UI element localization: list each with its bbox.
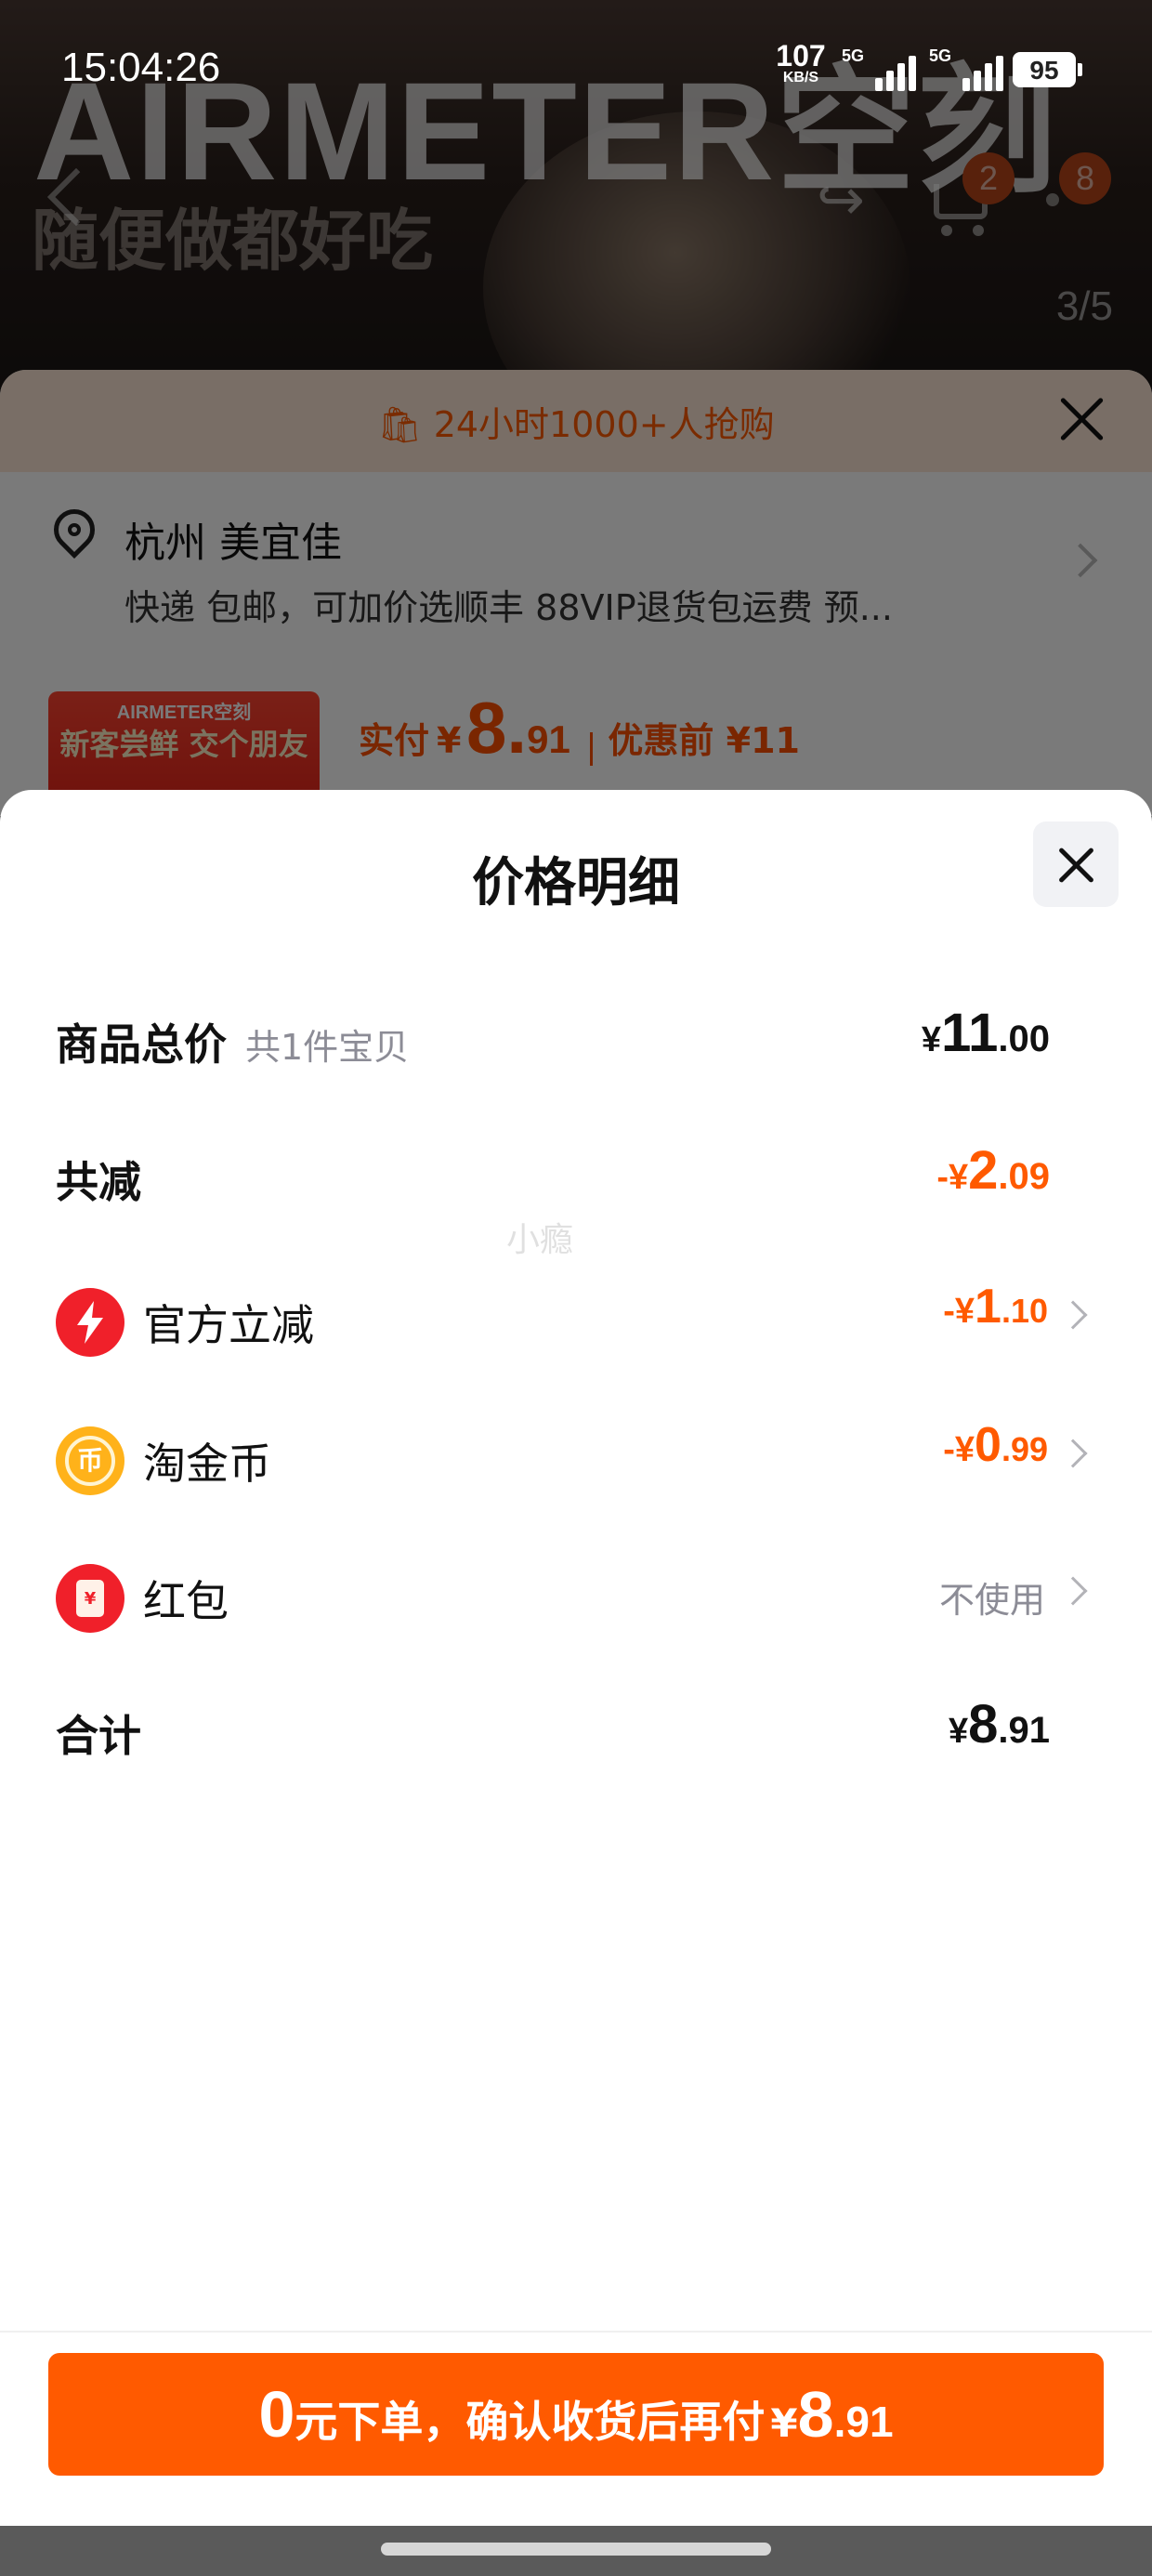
taojinbi-amount: -¥0.99 (943, 1418, 1048, 1472)
discount-total-amount: -¥2.09 (936, 1140, 1050, 1201)
status-bar: 15:04:26 107 KB/S 5G 5G 95 (0, 0, 1152, 130)
total-label: 合计 (56, 1711, 141, 1761)
share-icon[interactable]: ↪ (808, 167, 873, 232)
delivery-info: 快递 包邮，可加价选顺丰 88VIP退货包运费 预... (124, 587, 893, 628)
location-title: 杭州 美宜佳 (124, 519, 342, 567)
red-packet-status: 不使用 (938, 1580, 1045, 1621)
total-row: 合计 ¥8.91 (0, 1676, 1152, 1788)
message-count-badge: 8 (1059, 152, 1111, 204)
cart-count-badge: 2 (962, 152, 1015, 204)
subtotal-label: 商品总价 (56, 1019, 227, 1070)
red-packet-row[interactable]: ¥ 红包 不使用 (0, 1538, 1152, 1649)
system-nav-area (0, 2526, 1152, 2576)
status-time: 15:04:26 (61, 45, 221, 90)
product-nav-bar: ↪ 2 8 (0, 149, 1152, 251)
signal-icon: 5G (929, 46, 1013, 91)
signal-icon: 5G (842, 46, 925, 91)
network-speed: 107 KB/S (776, 39, 826, 85)
hot-sale-banner: 🛍 24小时1000+人抢购 (0, 370, 1152, 472)
place-order-button[interactable]: 0元下单，确认收货后再付 ¥8.91 (48, 2353, 1104, 2476)
hot-sale-text: 🛍 24小时1000+人抢购 (377, 404, 775, 445)
item-count: 共1件宝贝 (245, 1027, 410, 1068)
lightning-icon (56, 1288, 124, 1357)
red-envelope-icon: ¥ (56, 1564, 124, 1633)
back-arrow-icon[interactable] (46, 167, 106, 227)
chevron-right-icon (1058, 1300, 1088, 1330)
discount-total-label: 共减 (56, 1157, 141, 1207)
purchase-sheet: 🛍 24小时1000+人抢购 杭州 美宜佳 快递 包邮，可加价选顺丰 88VIP… (0, 370, 1152, 816)
coin-icon: 币 (56, 1426, 124, 1495)
subtotal-row: 商品总价 共1件宝贝 ¥11.00 (0, 985, 1152, 1097)
home-gesture-bar[interactable] (381, 2543, 771, 2556)
sheet-title: 价格明细 (472, 853, 680, 913)
location-pin-icon (45, 500, 104, 565)
more-icon[interactable] (1046, 193, 1059, 206)
subtotal-amount: ¥11.00 (921, 1003, 1050, 1063)
discount-total-row: 共减 -¥2.09 (0, 1123, 1152, 1234)
watermark: 小瘾 (506, 1221, 574, 1259)
chevron-right-icon[interactable] (1063, 543, 1098, 578)
official-discount-row[interactable]: 官方立减 -¥1.10 (0, 1262, 1152, 1373)
total-amount: ¥8.91 (948, 1694, 1050, 1755)
close-icon[interactable] (1057, 394, 1107, 444)
price-detail-sheet: 价格明细 商品总价 共1件宝贝 ¥11.00 共减 -¥2.09 小瘾 官方立减 … (0, 790, 1152, 2576)
original-price: 优惠前 ¥11 (608, 720, 800, 761)
official-discount-label: 官方立减 (143, 1300, 314, 1350)
battery-icon: 95 (1013, 52, 1076, 87)
battery-tip (1078, 63, 1082, 76)
image-counter: 3/5 (1055, 283, 1113, 329)
red-packet-label: 红包 (143, 1576, 229, 1626)
chevron-right-icon (1058, 1576, 1088, 1606)
close-button[interactable] (1033, 821, 1119, 907)
official-discount-amount: -¥1.10 (943, 1280, 1048, 1334)
chevron-right-icon (1058, 1439, 1088, 1468)
taojinbi-label: 淘金币 (143, 1439, 271, 1489)
bottom-action-bar: 0元下单，确认收货后再付 ¥8.91 (0, 2331, 1152, 2526)
taojinbi-row[interactable]: 币 淘金币 -¥0.99 (0, 1400, 1152, 1512)
paid-price: 实付 ¥ 8.91 优惠前 ¥11 (359, 687, 800, 769)
